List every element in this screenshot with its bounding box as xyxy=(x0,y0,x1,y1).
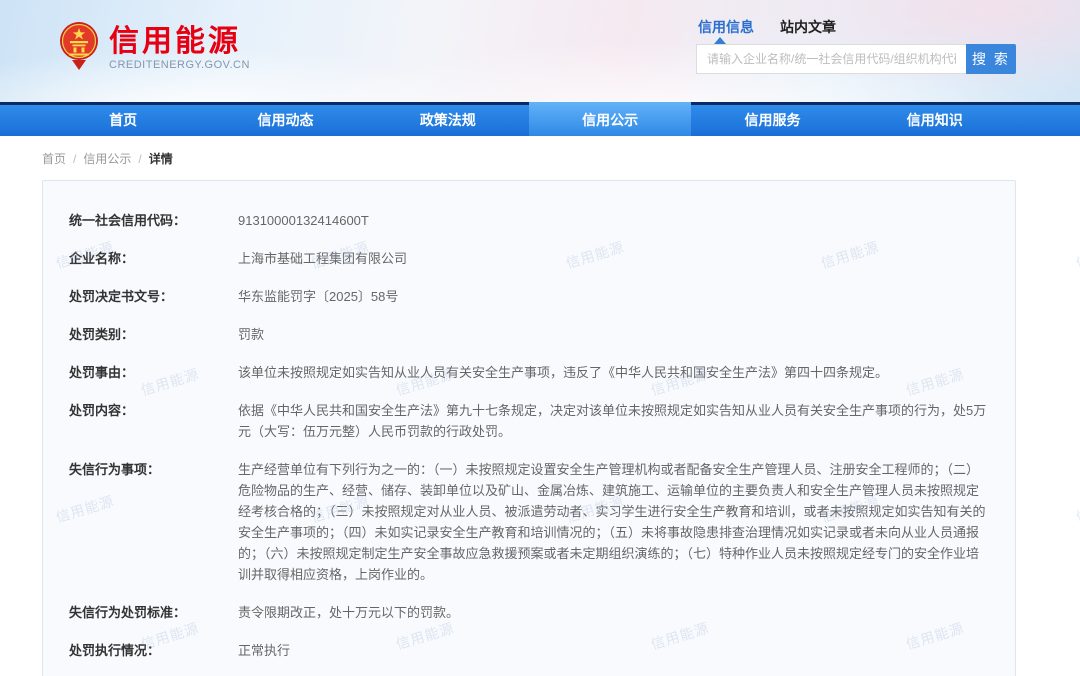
detail-panel: 统一社会信用代码： 91310000132414600T 企业名称： 上海市基础工程集… xyxy=(42,180,1016,676)
detail-value: 依据《中华人民共和国安全生产法》第九十七条规定，决定对该单位未按照规定如实告知从… xyxy=(238,403,987,439)
detail-label: 失信行为处罚标准： xyxy=(69,605,187,620)
nav-item-3[interactable]: 信用公示 xyxy=(528,102,692,136)
main-nav: 首页 信用动态 政策法规 信用公示 信用服务 信用知识 xyxy=(0,102,1080,136)
nav-item-4[interactable]: 信用服务 xyxy=(691,105,853,136)
nav-item-2[interactable]: 政策法规 xyxy=(367,105,529,136)
nav-item-5[interactable]: 信用知识 xyxy=(854,105,1016,136)
search-input[interactable] xyxy=(696,44,966,74)
detail-value: 上海市基础工程集团有限公司 xyxy=(238,251,408,266)
detail-label: 处罚执行情况： xyxy=(69,643,161,658)
breadcrumb-separator: / xyxy=(73,152,77,166)
detail-label: 处罚类别： xyxy=(69,327,135,342)
breadcrumb-item-2: 详情 xyxy=(148,152,173,166)
watermark: 信用能源 xyxy=(1073,238,1080,272)
detail-label: 处罚事由： xyxy=(69,365,135,380)
detail-row-6: 失信行为事项： 生产经营单位有下列行为之一的：（一）未按照规定设置安全生产管理机构… xyxy=(69,459,989,585)
detail-label: 处罚内容： xyxy=(69,403,135,418)
detail-label: 失信行为事项： xyxy=(69,462,161,477)
detail-label: 处罚决定书文号： xyxy=(69,289,174,304)
nav-items: 首页 信用动态 政策法规 信用公示 信用服务 信用知识 xyxy=(42,102,1016,136)
detail-value: 华东监能罚字〔2025〕58号 xyxy=(238,289,399,304)
breadcrumb-separator: / xyxy=(138,152,142,166)
search-tab-0[interactable]: 信用信息 xyxy=(698,18,754,36)
breadcrumb-item-0[interactable]: 首页 xyxy=(42,152,66,166)
detail-label: 企业名称： xyxy=(69,251,135,266)
detail-row-4: 处罚事由： 该单位未按照规定如实告知从业人员有关安全生产事项，违反了《中华人民共和… xyxy=(69,362,989,383)
logo-text: 信用能源 CREDITENERGY.GOV.CN xyxy=(109,25,250,72)
detail-row-7: 失信行为处罚标准： 责令限期改正，处十万元以下的罚款。 xyxy=(69,602,989,623)
search-area: 信用信息 站内文章 搜 索 xyxy=(696,18,1016,74)
search-tabs: 信用信息 站内文章 xyxy=(696,18,1016,36)
nav-item-1[interactable]: 信用动态 xyxy=(204,105,366,136)
nav-item-0[interactable]: 首页 xyxy=(42,105,204,136)
detail-value: 91310000132414600T xyxy=(238,213,369,228)
detail-value: 生产经营单位有下列行为之一的：（一）未按照规定设置安全生产管理机构或者配备安全生… xyxy=(238,462,986,582)
detail-row-8: 处罚执行情况： 正常执行 xyxy=(69,640,989,661)
search-row: 搜 索 xyxy=(696,37,1016,74)
search-tab-1[interactable]: 站内文章 xyxy=(780,18,836,36)
logo-subtitle: CREDITENERGY.GOV.CN xyxy=(109,59,250,71)
detail-value: 责令限期改正，处十万元以下的罚款。 xyxy=(238,605,460,620)
detail-value: 该单位未按照规定如实告知从业人员有关安全生产事项，违反了《中华人民共和国安全生产… xyxy=(238,365,889,380)
site-header: 信用能源 CREDITENERGY.GOV.CN 信用信息 站内文章 搜 索 xyxy=(0,0,1080,102)
site-logo[interactable]: 信用能源 CREDITENERGY.GOV.CN xyxy=(58,20,250,77)
active-tab-pointer-icon xyxy=(714,37,726,44)
detail-row-5: 处罚内容： 依据《中华人民共和国安全生产法》第九十七条规定，决定对该单位未按照规定… xyxy=(69,400,989,442)
detail-row-2: 处罚决定书文号： 华东监能罚字〔2025〕58号 xyxy=(69,286,989,307)
detail-label: 统一社会信用代码： xyxy=(69,213,187,228)
logo-title: 信用能源 xyxy=(109,25,241,58)
detail-row-0: 统一社会信用代码： 91310000132414600T xyxy=(69,210,989,231)
detail-value: 罚款 xyxy=(238,327,265,342)
breadcrumb-item-1[interactable]: 信用公示 xyxy=(83,152,131,166)
page: 信用能源 CREDITENERGY.GOV.CN 信用信息 站内文章 搜 索 首页… xyxy=(0,0,1080,676)
watermark: 信用能源 xyxy=(1073,492,1080,526)
breadcrumb: 首页 / 信用公示 / 详情 xyxy=(42,150,1080,167)
detail-row-1: 企业名称： 上海市基础工程集团有限公司 xyxy=(69,248,989,269)
national-emblem-icon xyxy=(58,20,100,77)
search-button[interactable]: 搜 索 xyxy=(966,44,1016,74)
detail-value: 正常执行 xyxy=(238,643,291,658)
detail-row-3: 处罚类别： 罚款 xyxy=(69,324,989,345)
